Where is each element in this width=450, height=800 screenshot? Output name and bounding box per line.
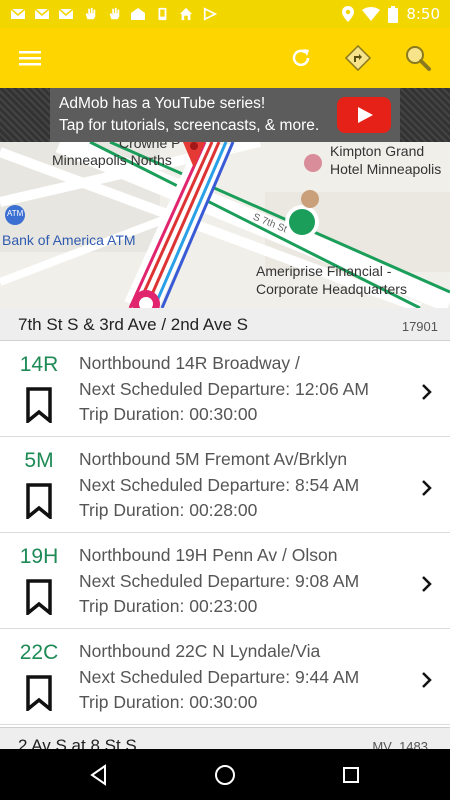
departure-details: Northbound 22C N Lyndale/Via Next Schedu… bbox=[79, 639, 359, 716]
departure-next: Next Scheduled Departure: 9:08 AM bbox=[79, 570, 360, 591]
departure-duration: Trip Duration: 00:23:00 bbox=[79, 596, 258, 616]
departure-details: Northbound 14R Broadway / Next Scheduled… bbox=[79, 351, 369, 428]
chevron-right-icon[interactable] bbox=[420, 575, 434, 593]
departure-direction: Northbound 14R Broadway / bbox=[79, 353, 300, 373]
hand-icon bbox=[85, 7, 96, 20]
departure-direction: Northbound 5M Fremont Av/Brklyn bbox=[79, 449, 348, 469]
stop-header: 7th St S & 3rd Ave / 2nd Ave S 17901 bbox=[0, 308, 450, 341]
home-button-icon[interactable] bbox=[212, 762, 238, 788]
map-label-ameriprise-1: Ameriprise Financial - bbox=[256, 263, 392, 279]
map-label-kimpton-2: Hotel Minneapolis bbox=[330, 161, 442, 177]
departure-next: Next Scheduled Departure: 8:54 AM bbox=[79, 474, 360, 495]
clock: 8:50 bbox=[406, 5, 440, 23]
departure-next: Next Scheduled Departure: 12:06 AM bbox=[79, 378, 369, 399]
departure-row[interactable]: 5M Northbound 5M Fremont Av/Brklyn Next … bbox=[0, 437, 450, 533]
mail-icon bbox=[131, 8, 145, 20]
map-label-ameriprise-2: Corporate Headquarters bbox=[256, 281, 407, 297]
departure-duration: Trip Duration: 00:30:00 bbox=[79, 692, 258, 712]
menu-icon[interactable] bbox=[14, 42, 46, 74]
departure-next: Next Scheduled Departure: 9:44 AM bbox=[79, 666, 360, 687]
bookmark-icon[interactable] bbox=[25, 387, 53, 423]
map-label-minneapolis-north: Minneapolis Norths bbox=[52, 152, 172, 168]
departure-direction: Northbound 19H Penn Av / Olson bbox=[79, 545, 338, 565]
stop-code: 17901 bbox=[401, 319, 438, 334]
phone-icon bbox=[158, 7, 167, 21]
notification-icons bbox=[10, 7, 218, 21]
home-icon bbox=[179, 7, 193, 21]
send-icon bbox=[203, 7, 218, 21]
youtube-play-icon[interactable] bbox=[337, 97, 391, 133]
route-number: 5M bbox=[24, 449, 54, 472]
bookmark-icon[interactable] bbox=[25, 675, 53, 711]
map-view[interactable]: Crowne P Minneapolis Norths Kimpton Gran… bbox=[0, 142, 450, 308]
hand-icon bbox=[109, 7, 120, 20]
refresh-icon[interactable] bbox=[285, 42, 317, 74]
route-number: 19H bbox=[19, 545, 59, 568]
map-label-kimpton-1: Kimpton Grand bbox=[330, 143, 425, 159]
directions-icon[interactable] bbox=[342, 42, 374, 74]
stop-name: 7th St S & 3rd Ave / 2nd Ave S bbox=[18, 315, 248, 334]
search-icon[interactable] bbox=[402, 42, 434, 74]
system-icons: 8:50 bbox=[342, 5, 440, 23]
departure-direction: Northbound 22C N Lyndale/Via bbox=[79, 641, 321, 661]
departure-row[interactable]: 19H Northbound 19H Penn Av / Olson Next … bbox=[0, 533, 450, 629]
battery-icon bbox=[388, 5, 399, 23]
departure-row[interactable]: 22C Northbound 22C N Lyndale/Via Next Sc… bbox=[0, 629, 450, 725]
ad-content[interactable]: AdMob has a YouTube series! Tap for tuto… bbox=[50, 88, 400, 142]
ad-text: AdMob has a YouTube series! Tap for tuto… bbox=[59, 93, 319, 137]
route-number: 14R bbox=[19, 353, 59, 376]
recents-icon[interactable] bbox=[338, 762, 364, 788]
mail-icon bbox=[58, 8, 74, 19]
status-bar: 8:50 bbox=[0, 0, 450, 28]
back-icon[interactable] bbox=[86, 762, 112, 788]
departures-list: 14R Northbound 14R Broadway / Next Sched… bbox=[0, 341, 450, 725]
departure-details: Northbound 5M Fremont Av/Brklyn Next Sch… bbox=[79, 447, 359, 524]
ad-line-1: AdMob has a YouTube series! bbox=[59, 95, 266, 112]
atm-icon: ATM bbox=[7, 209, 24, 218]
departure-row[interactable]: 14R Northbound 14R Broadway / Next Sched… bbox=[0, 341, 450, 437]
location-icon bbox=[342, 6, 355, 22]
chevron-right-icon[interactable] bbox=[420, 479, 434, 497]
map-label-crowne: Crowne P bbox=[119, 142, 181, 151]
ad-line-2: Tap for tutorials, screencasts, & more. bbox=[59, 117, 320, 134]
system-nav-bar bbox=[0, 749, 450, 800]
wifi-icon bbox=[362, 7, 381, 21]
app-toolbar bbox=[0, 28, 450, 88]
bookmark-icon[interactable] bbox=[25, 483, 53, 519]
mail-icon bbox=[10, 8, 26, 19]
departure-duration: Trip Duration: 00:28:00 bbox=[79, 500, 258, 520]
mail-icon bbox=[34, 8, 50, 19]
next-stop-code: MV_1483 bbox=[372, 739, 428, 749]
bookmark-icon[interactable] bbox=[25, 579, 53, 615]
next-stop-header: 2 Av S at 8 St S MV_1483 bbox=[0, 727, 450, 749]
chevron-right-icon[interactable] bbox=[420, 383, 434, 401]
departure-details: Northbound 19H Penn Av / Olson Next Sche… bbox=[79, 543, 359, 620]
chevron-right-icon[interactable] bbox=[420, 671, 434, 689]
departure-duration: Trip Duration: 00:30:00 bbox=[79, 404, 258, 424]
route-number: 22C bbox=[19, 641, 59, 664]
ad-banner[interactable]: AdMob has a YouTube series! Tap for tuto… bbox=[0, 88, 450, 142]
next-stop-name: 2 Av S at 8 St S bbox=[18, 736, 137, 749]
map-label-bank: Bank of America ATM bbox=[2, 232, 136, 248]
